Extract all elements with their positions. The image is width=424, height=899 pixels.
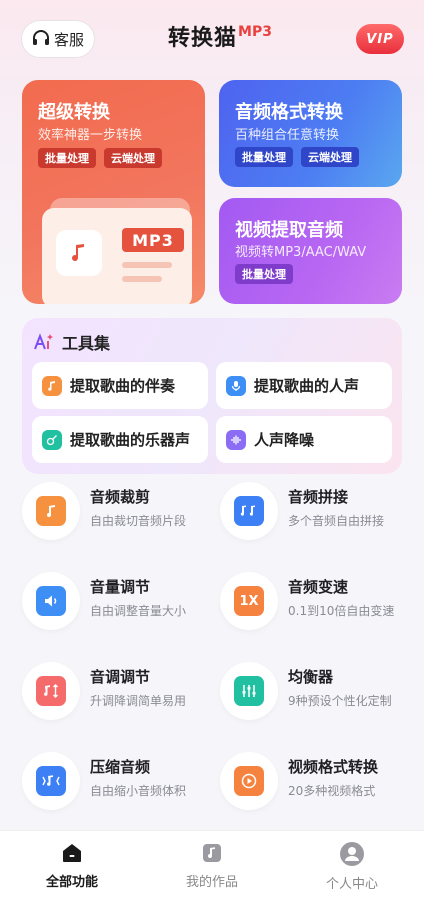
ai-icon <box>34 333 53 350</box>
tools-header: 工具集 <box>34 330 110 354</box>
feature-subtitle: 20多种视频格式 <box>288 784 376 798</box>
feature-pitch-adjust[interactable]: 音调调节 升调降调简单易用 <box>22 660 212 730</box>
app-logo: 转换猫 MP3 <box>168 22 272 56</box>
video-extract-title: 视频提取音频 <box>235 220 343 241</box>
audio-merge-icon <box>234 496 264 526</box>
music-note-icon <box>56 230 102 276</box>
home-icon <box>63 844 81 862</box>
logo-text: 转换猫 <box>168 26 238 51</box>
feature-equalizer[interactable]: 均衡器 9种预设个性化定制 <box>220 660 410 730</box>
video-convert-icon <box>234 766 264 796</box>
feature-title: 音量调节 <box>90 578 151 596</box>
video-extract-subtitle: 视频转MP3/AAC/WAV <box>235 245 367 260</box>
speed-icon: 1X <box>234 586 264 616</box>
equalizer-icon <box>234 676 264 706</box>
tool-extract-accompaniment[interactable]: 提取歌曲的伴奏 <box>32 362 208 409</box>
audio-trim-icon <box>36 496 66 526</box>
tag-batch: 批量处理 <box>235 147 293 167</box>
bottom-navigation: 全部功能 我的作品 个人中心 <box>0 830 424 899</box>
vip-button[interactable]: VIP <box>356 24 404 54</box>
nav-label: 我的作品 <box>185 875 238 890</box>
nav-all-features[interactable]: 全部功能 <box>17 841 127 890</box>
header: 客服 转换猫 MP3 VIP <box>0 0 424 78</box>
tool-label: 提取歌曲的伴奏 <box>70 377 176 395</box>
tool-label: 提取歌曲的人声 <box>254 377 360 395</box>
waveform-icon <box>226 429 246 450</box>
feature-title: 均衡器 <box>288 668 334 686</box>
feature-video-format-convert[interactable]: 视频格式转换 20多种视频格式 <box>220 750 410 820</box>
feature-title: 音调调节 <box>90 668 151 686</box>
super-convert-subtitle: 效率神器一步转换 <box>38 128 143 143</box>
user-icon <box>340 842 364 866</box>
super-convert-tags: 批量处理 云端处理 <box>38 148 162 168</box>
microphone-icon <box>226 375 246 396</box>
feature-volume-adjust[interactable]: 音量调节 自由调整音量大小 <box>22 570 212 640</box>
tag-batch: 批量处理 <box>38 148 96 168</box>
tool-vocal-denoise[interactable]: 人声降噪 <box>216 416 392 463</box>
volume-icon <box>36 586 66 616</box>
feature-title: 音频裁剪 <box>90 488 151 506</box>
feature-subtitle: 自由裁切音频片段 <box>90 514 187 528</box>
super-convert-title: 超级转换 <box>38 102 110 123</box>
logo-superscript: MP3 <box>238 24 272 40</box>
music-note-icon <box>42 375 62 396</box>
super-convert-card[interactable]: 超级转换 效率神器一步转换 批量处理 云端处理 MP3 <box>22 80 205 304</box>
tag-cloud: 云端处理 <box>104 148 162 168</box>
works-icon <box>203 844 221 862</box>
tools-panel: 工具集 提取歌曲的伴奏 提取歌曲的人声 提取歌曲的乐器声 人声降噪 <box>22 318 402 474</box>
feature-subtitle: 自由调整音量大小 <box>90 604 187 618</box>
feature-audio-trim[interactable]: 音频裁剪 自由裁切音频片段 <box>22 480 212 550</box>
tools-title: 工具集 <box>62 334 111 353</box>
audio-format-convert-card[interactable]: 音频格式转换 百种组合任意转换 批量处理 云端处理 <box>219 80 402 187</box>
mp3-file-illustration: MP3 <box>42 198 192 304</box>
feature-subtitle: 多个音频自由拼接 <box>288 514 385 528</box>
customer-service-label: 客服 <box>54 30 85 49</box>
guitar-icon <box>42 429 62 450</box>
mp3-badge: MP3 <box>122 228 184 252</box>
customer-service-button[interactable]: 客服 <box>21 20 95 58</box>
tool-label: 提取歌曲的乐器声 <box>70 431 191 449</box>
feature-subtitle: 0.1到10倍自由变速 <box>288 604 395 618</box>
feature-audio-speed[interactable]: 1X 音频变速 0.1到10倍自由变速 <box>220 570 410 640</box>
tool-extract-vocals[interactable]: 提取歌曲的人声 <box>216 362 392 409</box>
video-extract-audio-card[interactable]: 视频提取音频 视频转MP3/AAC/WAV 批量处理 <box>219 198 402 304</box>
pitch-icon <box>36 676 66 706</box>
nav-label: 个人中心 <box>325 877 378 892</box>
feature-title: 音频变速 <box>288 578 349 596</box>
tag-batch: 批量处理 <box>235 264 293 284</box>
audio-format-subtitle: 百种组合任意转换 <box>235 128 340 143</box>
feature-audio-merge[interactable]: 音频拼接 多个音频自由拼接 <box>220 480 410 550</box>
tool-label: 人声降噪 <box>254 431 315 449</box>
feature-title: 音频拼接 <box>288 488 349 506</box>
audio-format-title: 音频格式转换 <box>235 102 343 123</box>
nav-label: 全部功能 <box>45 875 98 890</box>
feature-title: 压缩音频 <box>90 758 151 776</box>
feature-compress-audio[interactable]: 压缩音频 自由缩小音频体积 <box>22 750 212 820</box>
feature-subtitle: 9种预设个性化定制 <box>288 694 392 708</box>
nav-my-works[interactable]: 我的作品 <box>157 841 267 890</box>
video-extract-tags: 批量处理 <box>235 264 293 284</box>
feature-subtitle: 自由缩小音频体积 <box>90 784 187 798</box>
compress-icon <box>36 766 66 796</box>
audio-format-tags: 批量处理 云端处理 <box>235 147 359 167</box>
tool-extract-instruments[interactable]: 提取歌曲的乐器声 <box>32 416 208 463</box>
nav-personal-center[interactable]: 个人中心 <box>297 841 407 892</box>
feature-title: 视频格式转换 <box>288 758 379 776</box>
tag-cloud: 云端处理 <box>301 147 359 167</box>
headset-icon <box>33 30 49 45</box>
feature-subtitle: 升调降调简单易用 <box>90 694 187 708</box>
